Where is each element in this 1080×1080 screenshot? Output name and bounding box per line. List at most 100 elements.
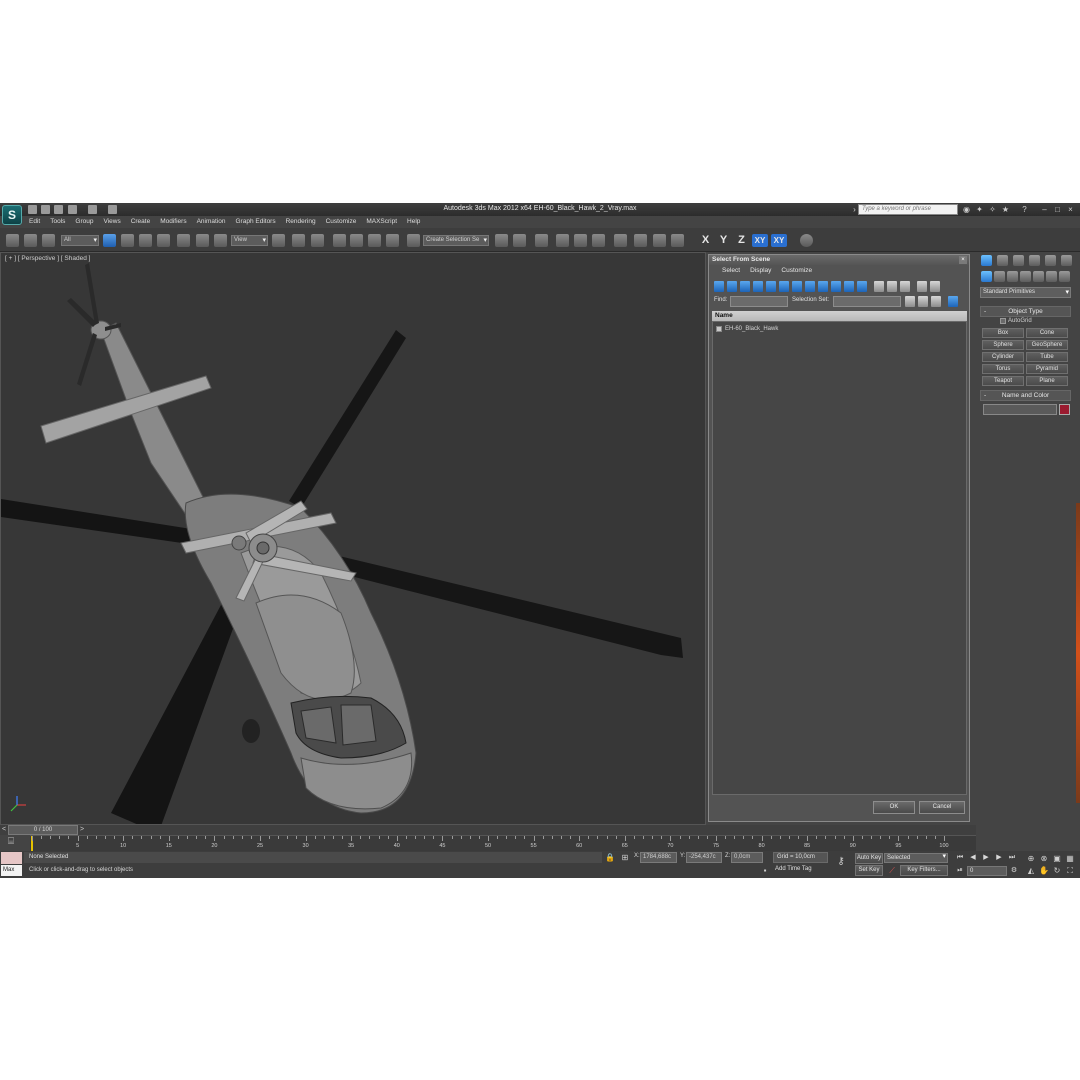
zoom-icon[interactable]: ⊕	[1026, 854, 1036, 864]
restrict-y-button[interactable]: Y	[717, 234, 730, 247]
pivot-center-icon[interactable]	[272, 234, 285, 247]
select-and-scale-icon[interactable]	[214, 234, 227, 247]
keyboard-shortcut-override-icon[interactable]	[311, 234, 324, 247]
shapes-category-icon[interactable]	[994, 271, 1005, 282]
display-none-icon[interactable]	[887, 281, 897, 292]
dialog-menu-select[interactable]: Select	[717, 265, 745, 277]
autogrid-checkbox[interactable]: AutoGrid	[1000, 318, 1032, 324]
mirror-icon[interactable]	[495, 234, 508, 247]
zoom-all-icon[interactable]: ⊗	[1039, 854, 1049, 864]
torus-button[interactable]: Torus	[982, 364, 1024, 374]
select-and-move-icon[interactable]	[177, 234, 190, 247]
angle-snap-icon[interactable]	[350, 234, 363, 247]
teapot-button[interactable]: Teapot	[982, 376, 1024, 386]
material-editor-icon[interactable]	[614, 234, 627, 247]
edit-named-selection-icon[interactable]	[407, 234, 420, 247]
y-coordinate-field[interactable]: -254,437c	[686, 852, 722, 863]
restrict-xy-plane-button[interactable]: XY	[752, 234, 768, 247]
maxscript-mini-listener[interactable]: Max	[1, 865, 22, 876]
pyramid-button[interactable]: Pyramid	[1026, 364, 1068, 374]
select-invert-icon[interactable]	[931, 296, 941, 307]
display-cameras-icon[interactable]	[753, 281, 763, 292]
display-xrefs-icon[interactable]	[805, 281, 815, 292]
binoculars-icon[interactable]: ◉	[962, 205, 971, 214]
cancel-button[interactable]: Cancel	[919, 801, 965, 814]
plane-button[interactable]: Plane	[1026, 376, 1068, 386]
key-filter-icon[interactable]: ⟋	[887, 866, 897, 876]
restrict-x-button[interactable]: X	[699, 234, 712, 247]
align-icon[interactable]	[513, 234, 526, 247]
graphite-modeling-icon[interactable]	[556, 234, 569, 247]
current-frame-field[interactable]: 0	[967, 866, 1007, 876]
display-invert-icon[interactable]	[900, 281, 910, 292]
time-configuration-icon[interactable]: ⚙	[1009, 866, 1019, 876]
select-by-name-icon[interactable]	[121, 234, 134, 247]
geometry-category-icon[interactable]	[981, 271, 992, 282]
name-column-header[interactable]: Name	[712, 311, 967, 321]
display-helpers-icon[interactable]	[766, 281, 776, 292]
reference-coordinate-dropdown[interactable]: View	[231, 235, 268, 246]
display-bones-icon[interactable]	[818, 281, 828, 292]
key-icon[interactable]: ⚷	[836, 857, 846, 867]
modify-tab-icon[interactable]	[997, 255, 1008, 266]
list-item[interactable]: EH-60_Black_Hawk	[716, 324, 778, 333]
selection-set-dropdown[interactable]	[833, 296, 901, 307]
key-mode-dropdown[interactable]: Selected	[884, 853, 948, 863]
menu-maxscript[interactable]: MAXScript	[361, 216, 402, 228]
selection-filter-dropdown[interactable]: All	[61, 235, 99, 246]
systems-category-icon[interactable]	[1059, 271, 1070, 282]
lights-category-icon[interactable]	[1007, 271, 1018, 282]
filter-options-icon[interactable]	[930, 281, 940, 292]
menu-tools[interactable]: Tools	[45, 216, 70, 228]
previous-frame-icon[interactable]: ◀	[968, 853, 978, 863]
play-icon[interactable]: ▶	[981, 853, 991, 863]
set-key-button[interactable]: Set Key	[855, 865, 883, 876]
absolute-mode-icon[interactable]: ⊞	[620, 853, 630, 863]
next-frame-arrow-icon[interactable]: >	[80, 825, 84, 835]
select-and-rotate-icon[interactable]	[196, 234, 209, 247]
cylinder-button[interactable]: Cylinder	[982, 352, 1024, 362]
menu-views[interactable]: Views	[98, 216, 125, 228]
filter-icon[interactable]	[917, 281, 927, 292]
zoom-extents-all-icon[interactable]: ▦	[1065, 854, 1075, 864]
orbit-icon[interactable]: ↻	[1052, 866, 1062, 876]
help-question-icon[interactable]: ?	[1020, 205, 1029, 214]
display-all-icon[interactable]	[874, 281, 884, 292]
display-geometry-icon[interactable]	[714, 281, 724, 292]
spinner-snap-icon[interactable]	[386, 234, 399, 247]
zoom-extents-icon[interactable]: ▣	[1052, 854, 1062, 864]
next-frame-icon[interactable]: ▶	[994, 853, 1004, 863]
menu-edit[interactable]: Edit	[24, 216, 45, 228]
tube-button[interactable]: Tube	[1026, 352, 1068, 362]
select-none-icon[interactable]	[918, 296, 928, 307]
menu-create[interactable]: Create	[126, 216, 156, 228]
display-frozen-icon[interactable]	[844, 281, 854, 292]
motion-tab-icon[interactable]	[1029, 255, 1040, 266]
cycle-xy-planes-button[interactable]: XY	[771, 234, 787, 247]
display-groups-icon[interactable]	[792, 281, 802, 292]
box-button[interactable]: Box	[982, 328, 1024, 338]
maximize-viewport-icon[interactable]: ⛶	[1065, 866, 1075, 876]
object-category-dropdown[interactable]: Standard Primitives	[980, 287, 1071, 298]
display-hidden-icon[interactable]	[857, 281, 867, 292]
mini-curve-editor-icon[interactable]: ⌸	[4, 835, 18, 849]
percent-snap-icon[interactable]	[368, 234, 381, 247]
menu-graph-editors[interactable]: Graph Editors	[231, 216, 281, 228]
select-and-link-icon[interactable]	[6, 234, 19, 247]
space-warps-category-icon[interactable]	[1046, 271, 1057, 282]
auto-key-button[interactable]: Auto Key	[855, 853, 883, 864]
minimize-icon[interactable]: –	[1040, 205, 1049, 214]
curve-editor-icon[interactable]	[574, 234, 587, 247]
object-name-input[interactable]	[983, 404, 1057, 415]
render-setup-icon[interactable]	[634, 234, 647, 247]
field-of-view-icon[interactable]: ◭	[1026, 866, 1036, 876]
cone-button[interactable]: Cone	[1026, 328, 1068, 338]
menu-customize[interactable]: Customize	[321, 216, 362, 228]
display-containers-icon[interactable]	[831, 281, 841, 292]
time-tag-icon[interactable]: ▪	[760, 866, 770, 876]
go-to-start-icon[interactable]: ⏮	[955, 853, 965, 863]
schematic-view-icon[interactable]	[592, 234, 605, 247]
menu-animation[interactable]: Animation	[192, 216, 231, 228]
time-slider-handle[interactable]: 0 / 100	[8, 825, 78, 835]
select-object-icon[interactable]	[103, 234, 116, 247]
